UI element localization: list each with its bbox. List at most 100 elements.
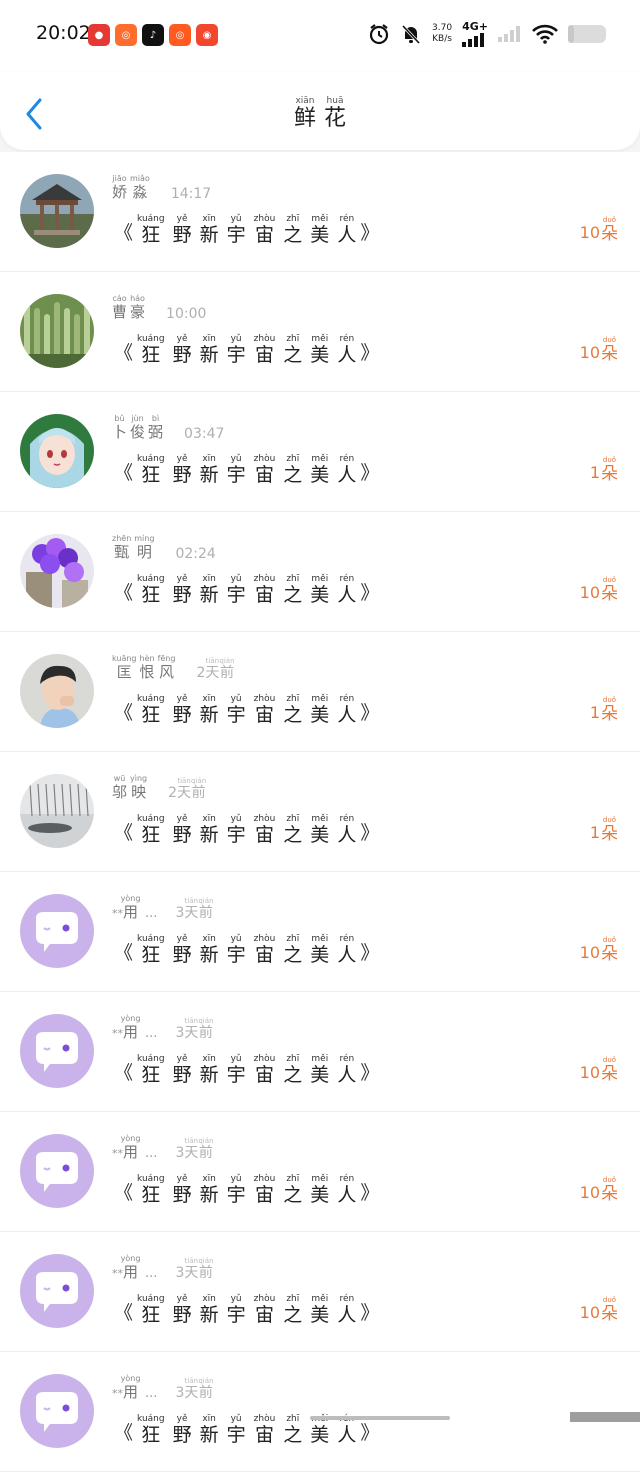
gift-record-row[interactable]: 甄zhēn明míng 02:24 《狂kuáng 野yě 新xīn 宇yǔ 宙zhòu 之zh… bbox=[0, 512, 640, 632]
flower-count-number: 10 bbox=[579, 1063, 600, 1082]
avatar[interactable] bbox=[20, 174, 94, 248]
gift-record-row[interactable]: 卜bǔ俊jùn弼bì 03:47 《狂kuáng 野yě 新xīn 宇yǔ 宙zhòu 之zh… bbox=[0, 392, 640, 512]
pinyin-annotation: tiān bbox=[177, 777, 192, 785]
pinyin-annotation: kuáng bbox=[137, 814, 165, 824]
gift-title-char: 人rén bbox=[337, 1294, 356, 1327]
avatar[interactable] bbox=[20, 1014, 94, 1088]
gift-record-row[interactable]: 匡kuāng恨hèn风fēng 2天tiān前qián 《狂kuáng 野yě 新xīn… bbox=[0, 632, 640, 752]
gift-title-char: 新xīn bbox=[200, 1054, 219, 1087]
pinyin-annotation: kuáng bbox=[137, 454, 165, 464]
network-speed: 3.70 KB/s bbox=[432, 23, 452, 45]
pinyin-annotation: zhòu bbox=[253, 1174, 276, 1184]
row-meta: 卜bǔ俊jùn弼bì 03:47 bbox=[112, 414, 224, 442]
hanzi-base: 花 bbox=[324, 106, 347, 131]
timestamp: 3天tiān前qián bbox=[175, 1017, 213, 1042]
gift-title-char: 野yě bbox=[173, 1174, 192, 1207]
flower-count-number: 1 bbox=[589, 463, 600, 482]
pinyin-annotation: měi bbox=[310, 454, 330, 464]
sender-name: **用yòng... bbox=[112, 894, 157, 922]
avatar[interactable] bbox=[20, 294, 94, 368]
hanzi-base: 美 bbox=[310, 1184, 330, 1206]
hanzi-base: 卜 bbox=[112, 423, 128, 441]
name-char: 风fēng bbox=[158, 654, 176, 681]
sender-name: **用yòng... bbox=[112, 1014, 157, 1042]
flower-count-number: 10 bbox=[579, 1303, 600, 1322]
gift-record-row[interactable]: **用yòng... 3天tiān前qián 《狂kuáng 野yě 新xīn 宇yǔ 宙z… bbox=[0, 1352, 640, 1472]
avatar[interactable] bbox=[20, 1374, 94, 1448]
hanzi-base: 宙 bbox=[253, 1304, 276, 1326]
pinyin-annotation: zhòu bbox=[253, 814, 276, 824]
flower-count-number: 10 bbox=[579, 583, 600, 602]
hanzi-base: 朵 bbox=[601, 1184, 618, 1204]
pinyin-annotation: qián bbox=[198, 897, 214, 905]
hanzi-base: 用 bbox=[120, 1263, 141, 1281]
tiktok-icon: ♪ bbox=[142, 24, 164, 46]
gift-title-char: 宇yǔ bbox=[227, 934, 246, 967]
gift-record-list: 娇jiāo淼miǎo 14:17 《狂kuáng 野yě 新xīn 宇yǔ 宙zhòu 之zh… bbox=[0, 152, 640, 1472]
pinyin-annotation: yě bbox=[172, 1174, 192, 1184]
name-char: 用yòng bbox=[121, 894, 141, 921]
signal-2-icon bbox=[498, 25, 520, 42]
title-bracket-close: 》 bbox=[360, 942, 380, 964]
pinyin-annotation: xīn bbox=[199, 1054, 219, 1064]
gift-record-row[interactable]: **用yòng... 3天tiān前qián 《狂kuáng 野yě 新xīn 宇yǔ 宙z… bbox=[0, 872, 640, 992]
gift-title-char: 狂kuáng bbox=[137, 934, 165, 967]
sender-name: 匡kuāng恨hèn风fēng bbox=[112, 654, 178, 682]
pinyin-annotation: měi bbox=[310, 574, 330, 584]
name-char: 曹cáo bbox=[112, 294, 127, 321]
hanzi-base: 宇 bbox=[226, 1184, 246, 1206]
gift-title-char: 新xīn bbox=[200, 334, 219, 367]
hanzi-base: 朵 bbox=[601, 824, 618, 844]
avatar[interactable] bbox=[20, 1134, 94, 1208]
gift-title-char: 人rén bbox=[337, 814, 356, 847]
hanzi-base: 宙 bbox=[253, 1064, 276, 1086]
gift-title-char: 野yě bbox=[173, 814, 192, 847]
gift-title-char: 宇yǔ bbox=[227, 214, 246, 247]
hanzi-base: 朵 bbox=[601, 464, 618, 484]
gift-title-char: 新xīn bbox=[200, 694, 219, 727]
title-char: 花huā bbox=[324, 96, 347, 131]
gift-record-row[interactable]: **用yòng... 3天tiān前qián 《狂kuáng 野yě 新xīn 宇yǔ 宙z… bbox=[0, 1232, 640, 1352]
app-notification-icon: ◎ bbox=[169, 24, 191, 46]
pinyin-annotation: duǒ bbox=[601, 576, 618, 584]
hanzi-base: 之 bbox=[283, 704, 303, 726]
hanzi-base: 新 bbox=[199, 1424, 219, 1446]
gift-record-row[interactable]: **用yòng... 3天tiān前qián 《狂kuáng 野yě 新xīn 宇yǔ 宙z… bbox=[0, 1112, 640, 1232]
hanzi-base: 人 bbox=[337, 584, 357, 606]
pinyin-annotation: bǔ bbox=[112, 414, 127, 423]
sender-name: **用yòng... bbox=[112, 1134, 157, 1162]
hanzi-base: 人 bbox=[337, 1304, 357, 1326]
pinyin-annotation: qián bbox=[198, 1137, 214, 1145]
gift-title-char: 宙zhòu bbox=[254, 1414, 276, 1447]
hanzi-base: 美 bbox=[310, 1304, 330, 1326]
timestamp-text: 03:47 bbox=[184, 426, 225, 442]
hanzi-base: 人 bbox=[337, 344, 357, 366]
pinyin-annotation: duǒ bbox=[601, 1176, 618, 1184]
network-speed-unit: KB/s bbox=[432, 33, 452, 44]
gift-record-row[interactable]: 邬wū映yìng 2天tiān前qián 《狂kuáng 野yě 新xīn 宇yǔ 宙zhò… bbox=[0, 752, 640, 872]
gift-title-char: 新xīn bbox=[200, 454, 219, 487]
pinyin-annotation: jiāo bbox=[112, 174, 127, 183]
avatar[interactable] bbox=[20, 414, 94, 488]
hanzi-base: 宇 bbox=[226, 1424, 246, 1446]
gift-title: 《狂kuáng 野yě 新xīn 宇yǔ 宙zhòu 之zhī 美měi 人rén》 bbox=[114, 934, 379, 967]
avatar[interactable] bbox=[20, 774, 94, 848]
hanzi-base: 宙 bbox=[253, 584, 276, 606]
avatar[interactable] bbox=[20, 534, 94, 608]
pinyin-annotation: zhī bbox=[283, 1174, 303, 1184]
gift-record-row[interactable]: 曹cáo豪háo 10:00 《狂kuáng 野yě 新xīn 宇yǔ 宙zhòu 之zhī 美… bbox=[0, 272, 640, 392]
gift-title-char: 狂kuáng bbox=[137, 214, 165, 247]
gift-title-char: 宙zhòu bbox=[254, 454, 276, 487]
title-bracket-open: 《 bbox=[114, 822, 134, 844]
hanzi-base: 美 bbox=[310, 584, 330, 606]
gift-title-char: 宙zhòu bbox=[254, 214, 276, 247]
pinyin-annotation: duǒ bbox=[601, 936, 618, 944]
gift-title-char: 宇yǔ bbox=[227, 1414, 246, 1447]
gift-record-row[interactable]: 娇jiāo淼miǎo 14:17 《狂kuáng 野yě 新xīn 宇yǔ 宙zhòu 之zh… bbox=[0, 152, 640, 272]
avatar[interactable] bbox=[20, 654, 94, 728]
hanzi-base: 人 bbox=[337, 464, 357, 486]
avatar[interactable] bbox=[20, 894, 94, 968]
gift-record-row[interactable]: **用yòng... 3天tiān前qián 《狂kuáng 野yě 新xīn 宇yǔ 宙z… bbox=[0, 992, 640, 1112]
timestamp-char: 天tiān bbox=[177, 777, 191, 801]
avatar[interactable] bbox=[20, 1254, 94, 1328]
